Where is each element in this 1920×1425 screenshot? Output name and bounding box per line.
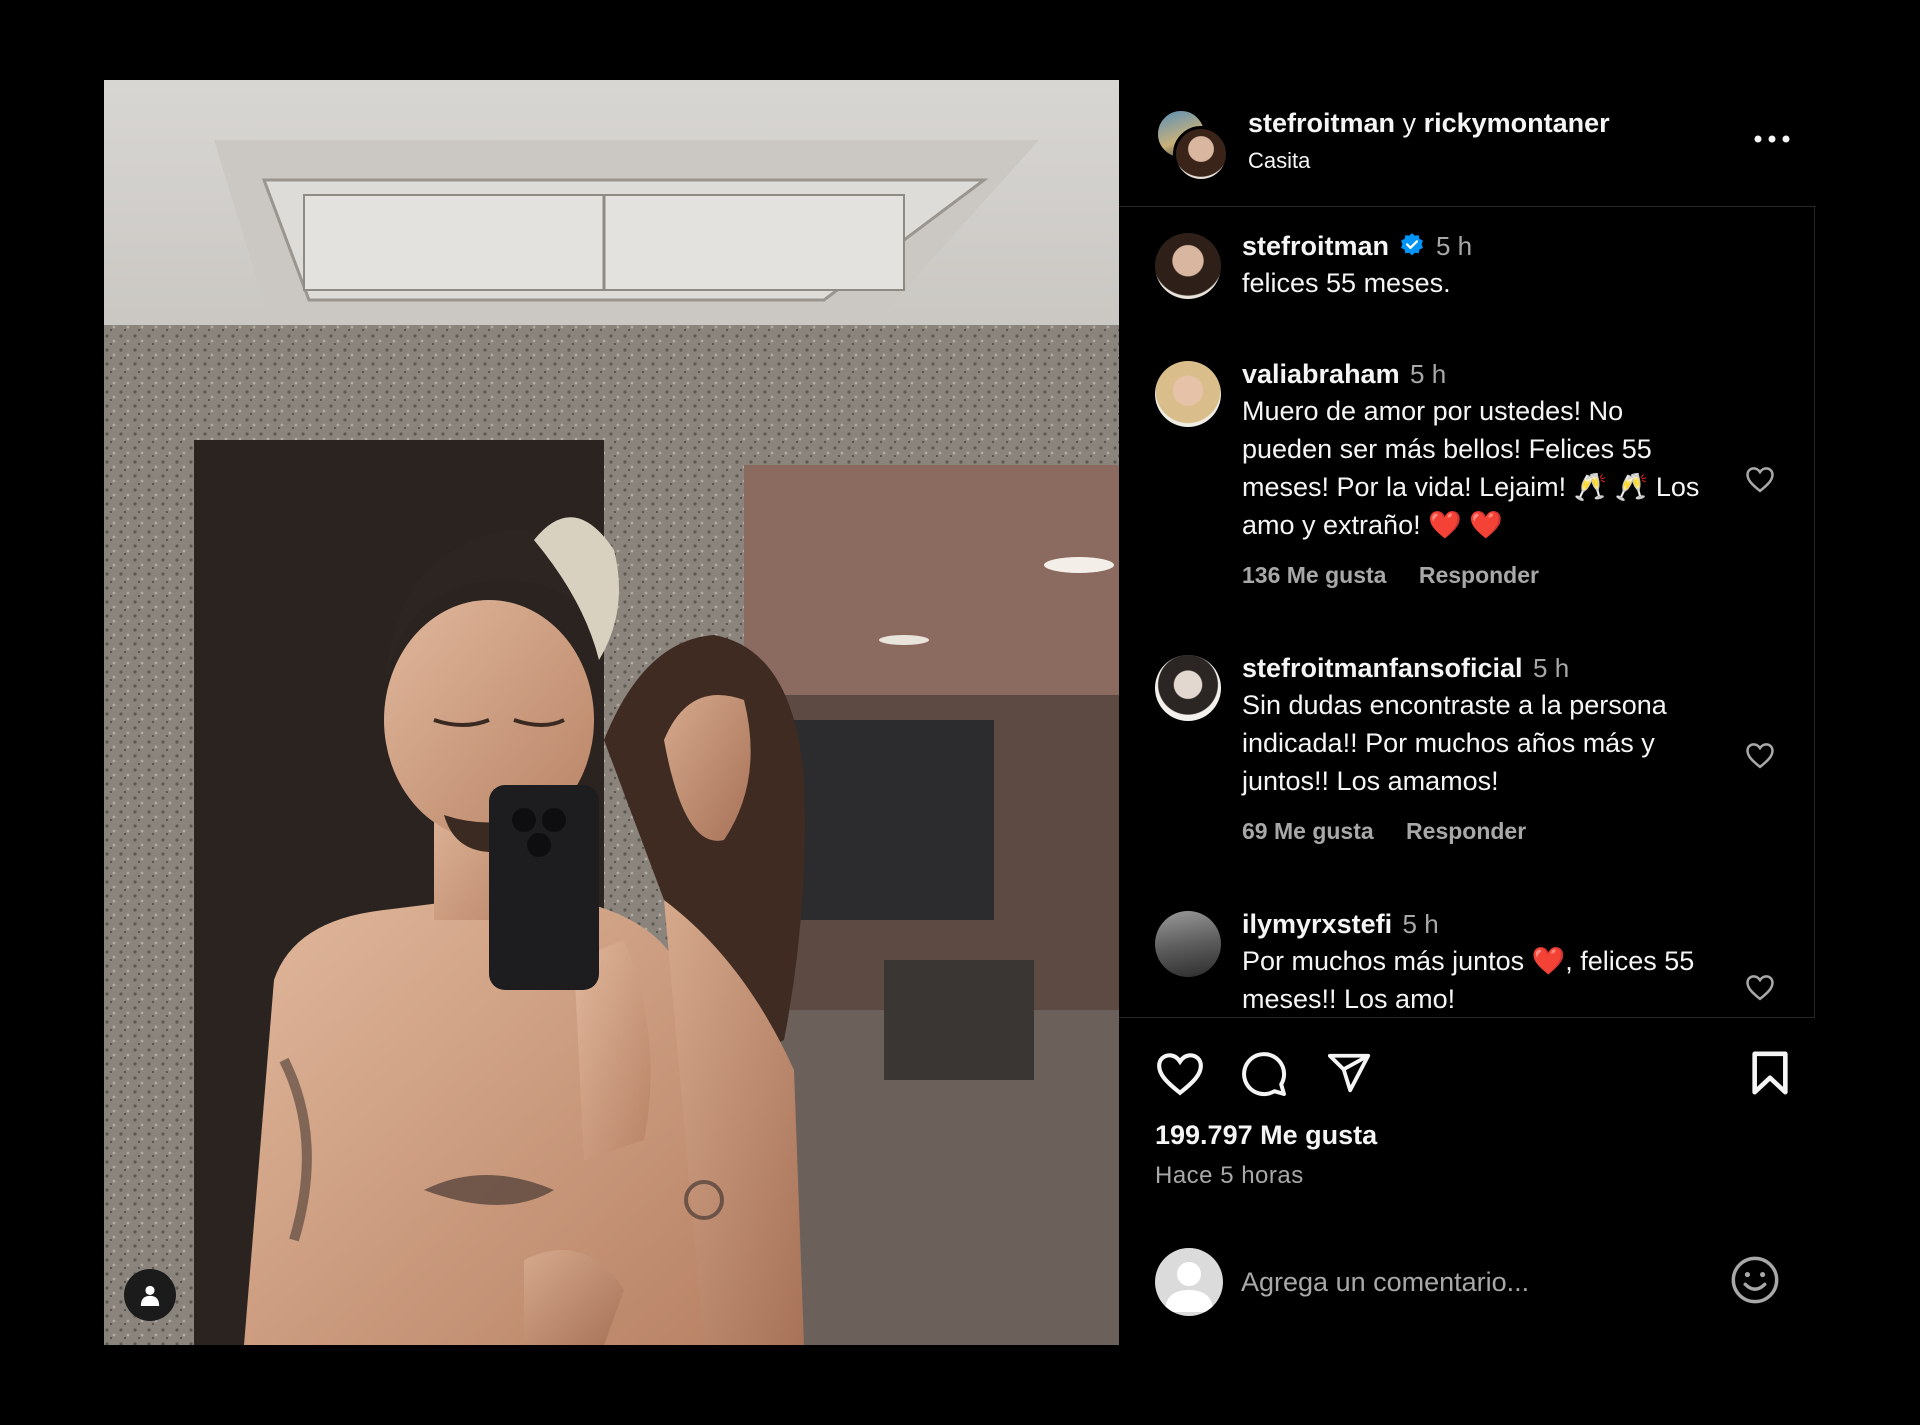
avatar[interactable] [1155, 233, 1221, 299]
action-bar [1119, 1040, 1816, 1110]
likes-count[interactable]: 199.797 Me gusta [1155, 1120, 1377, 1151]
avatar[interactable] [1173, 126, 1229, 182]
comment-text-line: amo y extraño! ❤️ ❤️ [1242, 510, 1503, 540]
comments-list[interactable]: stefroitman 5 h felices 55 meses. valiab… [1119, 207, 1815, 1018]
comment-meta: 69 Me gusta Responder [1242, 818, 1732, 845]
heart-icon[interactable] [1745, 973, 1775, 1001]
comment-likes[interactable]: 69 Me gusta [1242, 818, 1374, 844]
comment-username[interactable]: stefroitman [1242, 231, 1389, 261]
comment-text-line: juntos!! Los amamos! [1242, 766, 1499, 796]
author-username[interactable]: stefroitman [1248, 108, 1395, 138]
comment-input[interactable] [1239, 1258, 1713, 1306]
comment-time: 5 h [1435, 231, 1473, 261]
comment-meta: 136 Me gusta Responder [1242, 562, 1732, 589]
heart-icon[interactable] [1155, 1050, 1205, 1096]
comment-time: 5 h [1533, 653, 1570, 683]
bookmark-icon[interactable] [1749, 1050, 1791, 1096]
author-connector: y [1402, 108, 1417, 138]
more-options-button[interactable] [1748, 124, 1796, 154]
comment-text-line: Sin dudas encontraste a la persona [1242, 690, 1667, 720]
author-username[interactable]: rickymontaner [1424, 108, 1610, 138]
add-comment-bar [1119, 1240, 1816, 1320]
post-time: Hace 5 horas [1155, 1162, 1304, 1189]
comment-text-line: meses! Por la vida! Lejaim! 🥂 🥂 Los [1242, 472, 1700, 502]
comment-text-line: indicada!! Por muchos años más y [1242, 728, 1655, 758]
default-user-icon [1165, 1262, 1213, 1312]
caption-text: felices 55 meses. [1242, 268, 1451, 298]
avatar[interactable] [1155, 655, 1221, 721]
smiley-icon[interactable] [1729, 1254, 1781, 1306]
post-location[interactable]: Casita [1248, 148, 1310, 174]
send-icon[interactable] [1325, 1050, 1373, 1096]
post-header: stefroitman y rickymontaner Casita [1119, 80, 1816, 207]
comment-text-line: Por muchos más juntos ❤️, felices 55 [1242, 946, 1695, 976]
verified-badge-icon [1401, 233, 1424, 256]
avatar[interactable] [1155, 911, 1221, 977]
heart-icon[interactable] [1745, 741, 1775, 769]
post-photo[interactable] [104, 80, 1119, 1345]
comment-time: 5 h [1410, 359, 1447, 389]
post-authors: stefroitman y rickymontaner [1248, 108, 1610, 139]
more-horizontal-icon [1754, 135, 1790, 143]
comment-text-line: Muero de amor por ustedes! No [1242, 396, 1624, 426]
comment-text-line: meses!! Los amo! [1242, 984, 1456, 1014]
heart-icon[interactable] [1745, 465, 1775, 493]
comment-username[interactable]: valiabraham [1242, 359, 1400, 389]
comment-text: Por muchos más juntos ❤️, felices 55 mes… [1242, 942, 1732, 1017]
comment-username[interactable]: stefroitmanfansoficial [1242, 653, 1523, 683]
user-icon [140, 1285, 160, 1306]
mirror-selfie-illustration [104, 80, 1119, 1345]
avatar [1155, 1248, 1223, 1316]
tagged-users-button[interactable] [124, 1269, 176, 1321]
comment-likes[interactable]: 136 Me gusta [1242, 562, 1386, 588]
reply-button[interactable]: Responder [1419, 562, 1539, 588]
instagram-post: stefroitman y rickymontaner Casita stefr… [104, 80, 1816, 1345]
post-sidebar: stefroitman y rickymontaner Casita stefr… [1119, 80, 1816, 1345]
comment-text-line: pueden ser más bellos! Felices 55 [1242, 434, 1652, 464]
comment-username[interactable]: ilymyrxstefi [1242, 909, 1392, 939]
avatar[interactable] [1155, 361, 1221, 427]
comment-text: Muero de amor por ustedes! No pueden ser… [1242, 392, 1732, 544]
reply-button[interactable]: Responder [1406, 818, 1526, 844]
comment-text: Sin dudas encontraste a la persona indic… [1242, 686, 1732, 800]
author-avatars[interactable] [1155, 108, 1229, 182]
comment-time: 5 h [1402, 909, 1439, 939]
comment-icon[interactable] [1240, 1050, 1288, 1098]
